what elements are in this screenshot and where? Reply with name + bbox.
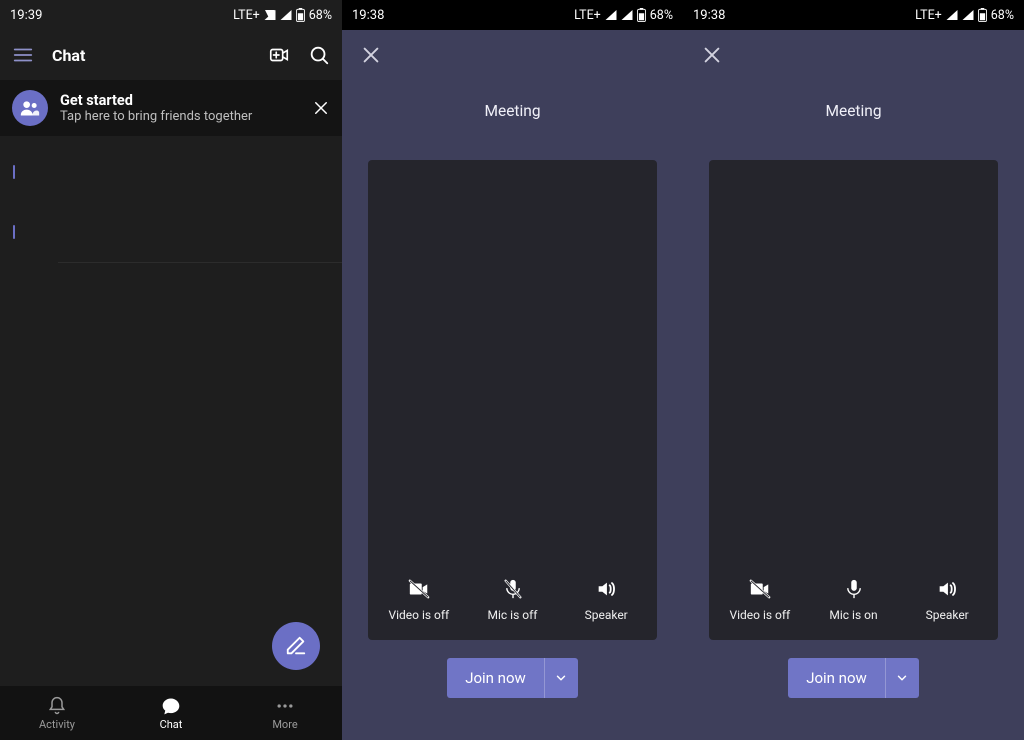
status-battery: 68% bbox=[991, 8, 1014, 23]
video-status-label: Video is off bbox=[729, 608, 790, 622]
page-title: Chat bbox=[52, 46, 250, 65]
list-divider bbox=[58, 262, 342, 263]
unread-indicator bbox=[13, 225, 15, 239]
toggle-video-button[interactable]: Video is off bbox=[713, 578, 807, 622]
close-icon bbox=[360, 44, 382, 66]
battery-icon bbox=[637, 8, 646, 22]
chat-header: Chat bbox=[0, 30, 342, 80]
status-time: 19:38 bbox=[693, 8, 725, 23]
bottom-nav: Activity Chat More bbox=[0, 686, 342, 740]
video-off-icon bbox=[749, 578, 771, 600]
nav-more[interactable]: More bbox=[228, 686, 342, 740]
signal-icon bbox=[621, 9, 633, 21]
status-right: LTE+ 68% bbox=[574, 8, 673, 23]
mic-on-icon bbox=[843, 578, 865, 600]
toggle-speaker-button[interactable]: Speaker bbox=[559, 578, 653, 622]
join-now-button-group: Join now bbox=[788, 658, 919, 698]
search-icon bbox=[308, 44, 330, 66]
nav-activity[interactable]: Activity bbox=[0, 686, 114, 740]
join-options-dropdown[interactable] bbox=[544, 658, 578, 698]
battery-icon bbox=[978, 8, 987, 22]
video-preview: Video is off Mic is off Speaker bbox=[368, 160, 657, 640]
video-preview: Video is off Mic is on Speaker bbox=[709, 160, 998, 640]
signal-icon bbox=[280, 9, 292, 21]
compose-fab[interactable] bbox=[272, 622, 320, 670]
menu-button[interactable] bbox=[12, 44, 34, 66]
status-right: LTE+ 68% bbox=[915, 8, 1014, 23]
speaker-icon bbox=[936, 578, 958, 600]
chevron-down-icon bbox=[895, 671, 909, 685]
bell-icon bbox=[47, 696, 67, 716]
signal-icon bbox=[946, 9, 958, 21]
meeting-title: Meeting bbox=[342, 102, 683, 120]
get-started-subtitle: Tap here to bring friends together bbox=[60, 109, 300, 124]
join-now-button[interactable]: Join now bbox=[447, 658, 544, 698]
status-right: LTE+ 68% bbox=[233, 8, 332, 23]
status-time: 19:39 bbox=[10, 8, 42, 23]
signal-icon bbox=[962, 9, 974, 21]
unread-indicator bbox=[13, 165, 15, 179]
toggle-speaker-button[interactable]: Speaker bbox=[900, 578, 994, 622]
toggle-mic-button[interactable]: Mic is off bbox=[466, 578, 560, 622]
join-options-dropdown[interactable] bbox=[885, 658, 919, 698]
mic-status-label: Mic is on bbox=[829, 608, 877, 622]
status-battery: 68% bbox=[309, 8, 332, 23]
toggle-mic-button[interactable]: Mic is on bbox=[807, 578, 901, 622]
meet-now-button[interactable] bbox=[268, 44, 290, 66]
join-now-button-group: Join now bbox=[447, 658, 578, 698]
battery-icon bbox=[296, 8, 305, 22]
video-meet-icon bbox=[268, 44, 290, 66]
status-time: 19:38 bbox=[352, 8, 384, 23]
get-started-card[interactable]: Get started Tap here to bring friends to… bbox=[0, 80, 342, 136]
status-net: LTE+ bbox=[233, 8, 260, 23]
close-meeting-button[interactable] bbox=[701, 44, 723, 66]
signal-icon bbox=[264, 9, 276, 21]
get-started-avatar bbox=[12, 90, 48, 126]
hamburger-icon bbox=[12, 44, 34, 66]
compose-icon bbox=[285, 635, 307, 657]
chat-icon bbox=[161, 696, 181, 716]
search-button[interactable] bbox=[308, 44, 330, 66]
get-started-title: Get started bbox=[60, 92, 300, 109]
status-battery: 68% bbox=[650, 8, 673, 23]
video-off-icon bbox=[408, 578, 430, 600]
chevron-down-icon bbox=[554, 671, 568, 685]
nav-more-label: More bbox=[272, 718, 297, 731]
people-icon bbox=[20, 98, 40, 118]
toggle-video-button[interactable]: Video is off bbox=[372, 578, 466, 622]
status-net: LTE+ bbox=[915, 8, 942, 23]
nav-activity-label: Activity bbox=[39, 718, 75, 731]
mic-off-icon bbox=[502, 578, 524, 600]
close-icon bbox=[701, 44, 723, 66]
close-icon bbox=[312, 99, 330, 117]
meeting-title: Meeting bbox=[683, 102, 1024, 120]
close-meeting-button[interactable] bbox=[360, 44, 382, 66]
join-now-button[interactable]: Join now bbox=[788, 658, 885, 698]
speaker-icon bbox=[595, 578, 617, 600]
speaker-label: Speaker bbox=[926, 608, 969, 622]
mic-status-label: Mic is off bbox=[488, 608, 538, 622]
more-icon bbox=[275, 696, 295, 716]
speaker-label: Speaker bbox=[585, 608, 628, 622]
get-started-close-button[interactable] bbox=[312, 99, 330, 117]
nav-chat[interactable]: Chat bbox=[114, 686, 228, 740]
status-net: LTE+ bbox=[574, 8, 601, 23]
video-status-label: Video is off bbox=[388, 608, 449, 622]
nav-chat-label: Chat bbox=[160, 718, 183, 731]
signal-icon bbox=[605, 9, 617, 21]
